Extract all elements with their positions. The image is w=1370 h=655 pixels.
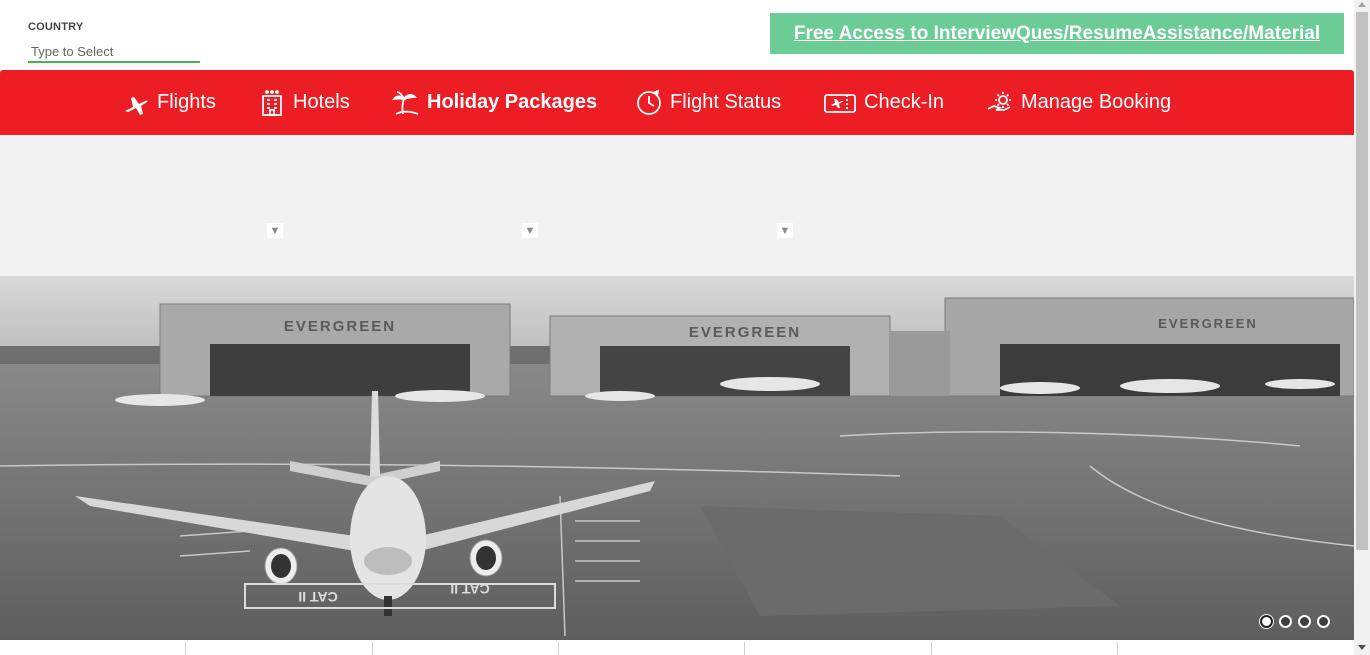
divider	[558, 642, 559, 655]
country-selector: COUNTRY	[28, 21, 200, 63]
nav-item-label: Hotels	[293, 91, 350, 113]
nav-item-hotels[interactable]: Hotels	[258, 70, 350, 135]
hangar-sign: EVERGREEN	[284, 318, 396, 335]
divider	[372, 642, 373, 655]
page: COUNTRY Free Access to InterviewQues/Res…	[0, 0, 1370, 655]
nav-item-holiday-packages[interactable]: Holiday Packages	[392, 70, 597, 135]
bottom-tiles-strip	[0, 640, 1354, 655]
dropdown-arrow-icon[interactable]: ▼	[522, 223, 538, 238]
divider	[744, 642, 745, 655]
search-panel: ▼ ▼ ▼	[0, 135, 1354, 276]
divider	[1117, 642, 1118, 655]
scroll-up-arrow-icon[interactable]	[1358, 2, 1366, 7]
nav-item-flights[interactable]: Flights	[122, 70, 216, 135]
dropdown-arrow-icon[interactable]: ▼	[777, 223, 793, 238]
divider	[185, 642, 186, 655]
promo-banner: Free Access to InterviewQues/ResumeAssis…	[770, 13, 1344, 54]
carousel-dot[interactable]	[1298, 615, 1311, 628]
nav-item-manage-booking[interactable]: Manage Booking	[986, 70, 1171, 135]
clock-status-icon	[637, 89, 661, 115]
boarding-pass-icon	[824, 93, 856, 113]
airport-photo: EVERGREEN EVERGREEN EVERGREEN CAT II CAT…	[0, 276, 1354, 640]
airplane-icon	[125, 96, 148, 115]
palm-tree-island-icon	[392, 90, 419, 115]
hangar-sign: EVERGREEN	[689, 324, 801, 341]
runway-marking: CAT II	[450, 581, 489, 597]
main-navigation: Flights Hotels Holiday Packages Flight S…	[0, 70, 1354, 135]
hotel-building-icon	[262, 89, 282, 116]
vertical-scrollbar[interactable]	[1354, 0, 1370, 655]
carousel-dot[interactable]	[1260, 615, 1273, 628]
hero-banner-image: EVERGREEN EVERGREEN EVERGREEN CAT II CAT…	[0, 276, 1354, 640]
nav-item-check-in[interactable]: Check-In	[823, 70, 944, 135]
dropdown-arrow-icon[interactable]: ▼	[267, 223, 283, 238]
scrollbar-thumb[interactable]	[1356, 12, 1368, 550]
gear-hand-icon	[987, 91, 1011, 111]
carousel-dot[interactable]	[1279, 615, 1292, 628]
nav-item-label: Check-In	[864, 91, 945, 113]
hangar-sign: EVERGREEN	[1158, 316, 1258, 331]
nav-item-label: Flight Status	[670, 91, 782, 113]
promo-link[interactable]: Free Access to InterviewQues/ResumeAssis…	[794, 23, 1320, 45]
scroll-down-arrow-icon[interactable]	[1358, 645, 1366, 650]
carousel-dot[interactable]	[1317, 615, 1330, 628]
carousel-indicators	[1260, 615, 1330, 628]
country-input[interactable]	[28, 41, 200, 63]
country-label: COUNTRY	[28, 21, 84, 33]
nav-item-label: Manage Booking	[1021, 91, 1172, 113]
runway-marking: CAT II	[298, 589, 337, 605]
nav-item-label: Flights	[157, 91, 216, 113]
nav-item-label: Holiday Packages	[427, 91, 598, 113]
nav-item-flight-status[interactable]: Flight Status	[635, 70, 781, 135]
divider	[931, 642, 932, 655]
